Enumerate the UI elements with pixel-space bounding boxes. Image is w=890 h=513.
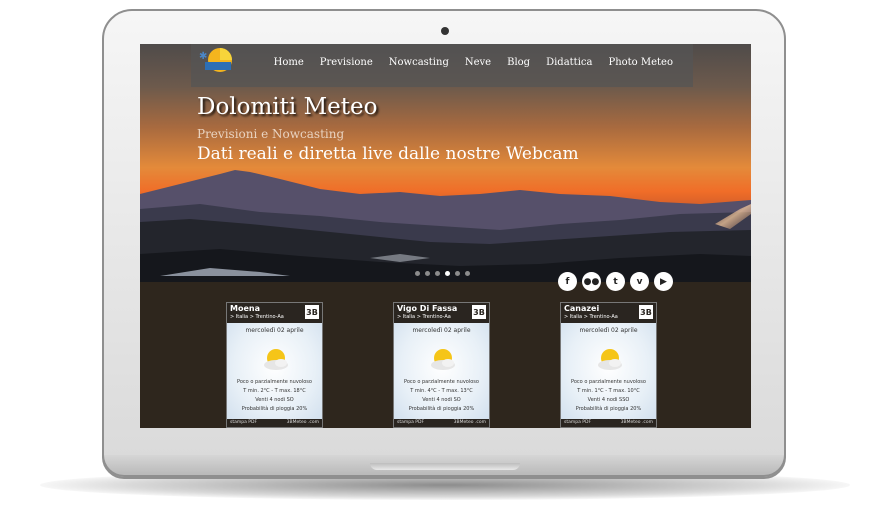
slider-dot-active[interactable] — [445, 271, 450, 276]
widget-rain: Probabilità di pioggia 20% — [575, 406, 642, 412]
screen: ✱ Home Previsione Nowcasting Neve Blog D… — [140, 44, 751, 428]
print-pdf-link[interactable]: stampa PDF — [397, 420, 424, 425]
slider-dots — [415, 271, 470, 276]
widget-breadcrumb: > Italia > Trentino-Aa — [397, 314, 451, 320]
slider-dot[interactable] — [415, 271, 420, 276]
flickr-icon[interactable]: ●● — [582, 272, 601, 291]
nav-blog[interactable]: Blog — [507, 57, 530, 68]
nav-nowcasting[interactable]: Nowcasting — [389, 57, 449, 68]
widget-city: Canazei — [564, 304, 600, 313]
social-links: f ●● t v ▶ — [558, 272, 673, 291]
slider-dot[interactable] — [435, 271, 440, 276]
partly-cloudy-icon — [264, 349, 288, 370]
weather-widget-vigo-di-fassa[interactable]: Vigo Di Fassa > Italia > Trentino-Aa 3B … — [393, 302, 490, 428]
widget-temps: T min. 1°C - T max. 10°C — [577, 388, 640, 394]
widget-footer: stampa PDF 3BMeteo .com — [561, 419, 656, 427]
widget-footer: stampa PDF 3BMeteo .com — [394, 419, 489, 427]
widget-breadcrumb: > Italia > Trentino-Aa — [230, 314, 284, 320]
3bmeteo-logo: 3B — [639, 305, 653, 319]
3bmeteo-logo: 3B — [305, 305, 319, 319]
partly-cloudy-icon — [431, 349, 455, 370]
widget-header: Canazei > Italia > Trentino-Aa 3B — [561, 303, 656, 323]
facebook-icon[interactable]: f — [558, 272, 577, 291]
nav-links: Home Previsione Nowcasting Neve Blog Did… — [274, 57, 673, 68]
widget-footer: stampa PDF 3BMeteo .com — [227, 419, 322, 427]
widget-date: mercoledì 02 aprile — [579, 327, 638, 334]
hero-banner: ✱ Home Previsione Nowcasting Neve Blog D… — [140, 44, 751, 291]
widget-condition: Poco o parzialmente nuvoloso — [404, 379, 479, 385]
twitter-icon[interactable]: t — [606, 272, 625, 291]
laptop-notch — [370, 463, 520, 470]
3bmeteo-logo: 3B — [472, 305, 486, 319]
vimeo-icon[interactable]: v — [630, 272, 649, 291]
hero-title: Dolomiti Meteo — [197, 94, 378, 120]
widget-condition: Poco o parzialmente nuvoloso — [237, 379, 312, 385]
widget-wind: Venti 4 nodi SO — [422, 397, 461, 403]
top-navigation: ✱ Home Previsione Nowcasting Neve Blog D… — [191, 44, 693, 87]
weather-widget-canazei[interactable]: Canazei > Italia > Trentino-Aa 3B mercol… — [560, 302, 657, 428]
print-pdf-link[interactable]: stampa PDF — [564, 420, 591, 425]
nav-photo-meteo[interactable]: Photo Meteo — [608, 57, 673, 68]
partly-cloudy-icon — [598, 349, 622, 370]
widget-wind: Venti 4 nodi SO — [255, 397, 294, 403]
nav-neve[interactable]: Neve — [465, 57, 491, 68]
3bmeteo-link[interactable]: 3BMeteo .com — [454, 420, 486, 425]
hero-subtitle: Previsioni e Nowcasting — [197, 127, 345, 141]
widget-rain: Probabilità di pioggia 20% — [408, 406, 475, 412]
hero-tagline: Dati reali e diretta live dalle nostre W… — [197, 144, 579, 164]
widget-header: Moena > Italia > Trentino-Aa 3B — [227, 303, 322, 323]
nav-home[interactable]: Home — [274, 57, 304, 68]
widget-body: mercoledì 02 aprile Poco o parzialmente … — [227, 323, 322, 420]
widget-body: mercoledì 02 aprile Poco o parzialmente … — [394, 323, 489, 420]
3bmeteo-link[interactable]: 3BMeteo .com — [287, 420, 319, 425]
widget-header: Vigo Di Fassa > Italia > Trentino-Aa 3B — [394, 303, 489, 323]
widget-breadcrumb: > Italia > Trentino-Aa — [564, 314, 618, 320]
3bmeteo-link[interactable]: 3BMeteo .com — [621, 420, 653, 425]
nav-previsione[interactable]: Previsione — [320, 57, 373, 68]
widget-temps: T min. 4°C - T max. 13°C — [410, 388, 473, 394]
widget-condition: Poco o parzialmente nuvoloso — [571, 379, 646, 385]
weather-widget-moena[interactable]: Moena > Italia > Trentino-Aa 3B mercoled… — [226, 302, 323, 428]
youtube-icon[interactable]: ▶ — [654, 272, 673, 291]
widget-body: mercoledì 02 aprile Poco o parzialmente … — [561, 323, 656, 420]
webcam-icon — [441, 27, 449, 35]
widget-temps: T min. 2°C - T max. 18°C — [243, 388, 306, 394]
svg-text:✱: ✱ — [199, 51, 207, 62]
slider-dot[interactable] — [425, 271, 430, 276]
site-logo[interactable]: ✱ — [191, 44, 237, 78]
widget-date: mercoledì 02 aprile — [412, 327, 471, 334]
slider-dot[interactable] — [465, 271, 470, 276]
print-pdf-link[interactable]: stampa PDF — [230, 420, 257, 425]
widget-rain: Probabilità di pioggia 20% — [241, 406, 308, 412]
nav-didattica[interactable]: Didattica — [546, 57, 592, 68]
widget-city: Vigo Di Fassa — [397, 304, 458, 313]
slider-dot[interactable] — [455, 271, 460, 276]
widget-wind: Venti 4 nodi SSO — [587, 397, 630, 403]
widget-date: mercoledì 02 aprile — [245, 327, 304, 334]
widget-city: Moena — [230, 304, 260, 313]
